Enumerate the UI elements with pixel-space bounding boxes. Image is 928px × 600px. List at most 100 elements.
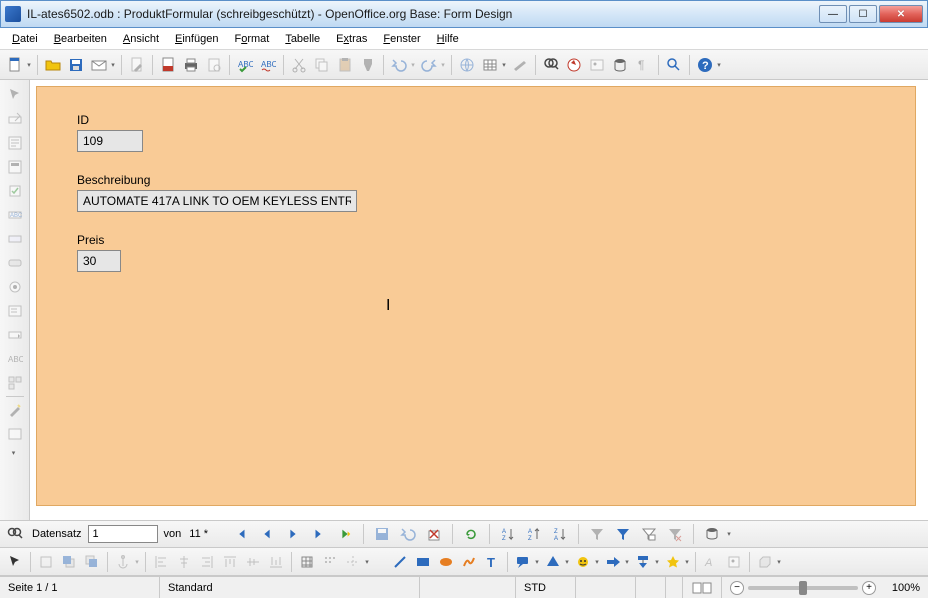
email-dropdown[interactable]: ▾ xyxy=(109,61,117,69)
text-tool[interactable]: T xyxy=(481,551,503,573)
fontwork-button[interactable]: A xyxy=(700,551,722,573)
menu-extras[interactable]: Extras xyxy=(328,31,375,47)
align-bottom-button[interactable] xyxy=(265,551,287,573)
align-top-button[interactable] xyxy=(219,551,241,573)
toolbar-options-dropdown[interactable]: ▾ xyxy=(715,61,723,69)
new-document-button[interactable] xyxy=(4,54,26,76)
cut-button[interactable] xyxy=(288,54,310,76)
guides-button[interactable] xyxy=(342,551,364,573)
design-mode-toggle[interactable] xyxy=(4,108,26,130)
form-canvas[interactable]: ID Beschreibung Preis I xyxy=(30,80,928,520)
textbox-control[interactable]: ABC xyxy=(4,204,26,226)
spellcheck-button[interactable]: ABC xyxy=(234,54,256,76)
refresh-button[interactable] xyxy=(460,523,482,545)
print-button[interactable] xyxy=(180,54,202,76)
pushbutton-control[interactable] xyxy=(4,252,26,274)
autofilter-button[interactable] xyxy=(586,523,608,545)
stars-tool[interactable] xyxy=(662,551,684,573)
combobox-control[interactable] xyxy=(4,324,26,346)
status-style[interactable]: Standard xyxy=(160,577,420,598)
flowchart-dropdown[interactable]: ▾ xyxy=(653,558,661,566)
delete-record-button[interactable] xyxy=(423,523,445,545)
option-button-control[interactable] xyxy=(4,276,26,298)
gallery-button[interactable] xyxy=(586,54,608,76)
print-preview-button[interactable] xyxy=(203,54,225,76)
symbol-shapes-tool[interactable] xyxy=(572,551,594,573)
nonprinting-button[interactable]: ¶ xyxy=(632,54,654,76)
wizards-toggle[interactable] xyxy=(4,399,26,421)
zoom-out-button[interactable]: − xyxy=(730,581,744,595)
flowchart-tool[interactable] xyxy=(632,551,654,573)
snap-grid-button[interactable] xyxy=(319,551,341,573)
form-properties-button[interactable] xyxy=(4,156,26,178)
minimize-button[interactable]: — xyxy=(819,5,847,23)
menu-view[interactable]: Ansicht xyxy=(115,31,167,47)
data-to-table-button[interactable] xyxy=(701,523,723,545)
help-button[interactable]: ? xyxy=(694,54,716,76)
change-anchor-button[interactable] xyxy=(112,551,134,573)
zoom-slider-track[interactable] xyxy=(748,586,858,590)
select-object-button[interactable] xyxy=(4,551,26,573)
form-design-button[interactable] xyxy=(4,423,26,445)
rectangle-tool[interactable] xyxy=(412,551,434,573)
designbar-options-1[interactable]: ▾ xyxy=(363,558,371,566)
align-right-button[interactable] xyxy=(196,551,218,573)
block-arrows-tool[interactable] xyxy=(602,551,624,573)
find-record-button[interactable] xyxy=(4,523,26,545)
display-grid-button[interactable] xyxy=(296,551,318,573)
show-draw-button[interactable] xyxy=(509,54,531,76)
status-lang[interactable] xyxy=(420,577,516,598)
menu-format[interactable]: Format xyxy=(226,31,277,47)
freeform-tool[interactable] xyxy=(458,551,480,573)
previous-record-button[interactable] xyxy=(256,523,278,545)
control-properties-button[interactable] xyxy=(4,132,26,154)
id-field[interactable] xyxy=(77,130,143,152)
table-button[interactable] xyxy=(479,54,501,76)
zoom-percent[interactable]: 100% xyxy=(880,582,920,594)
extrusion-button[interactable] xyxy=(754,551,776,573)
basic-shapes-dropdown[interactable]: ▾ xyxy=(563,558,571,566)
from-file-button[interactable] xyxy=(723,551,745,573)
designbar-options-2[interactable]: ▾ xyxy=(775,558,783,566)
side-toolbar-options[interactable]: ▾ xyxy=(10,447,18,459)
data-sources-button[interactable] xyxy=(609,54,631,76)
menu-insert[interactable]: Einfügen xyxy=(167,31,226,47)
export-pdf-button[interactable] xyxy=(157,54,179,76)
record-number-input[interactable] xyxy=(88,525,158,543)
first-record-button[interactable] xyxy=(230,523,252,545)
block-arrows-dropdown[interactable]: ▾ xyxy=(623,558,631,566)
next-record-button[interactable] xyxy=(282,523,304,545)
format-paintbrush-button[interactable] xyxy=(357,54,379,76)
close-button[interactable]: ✕ xyxy=(879,5,923,23)
view-layout-button[interactable] xyxy=(682,577,722,598)
auto-spellcheck-button[interactable]: ABC xyxy=(257,54,279,76)
callouts-tool[interactable] xyxy=(512,551,534,573)
apply-filter-button[interactable] xyxy=(612,523,634,545)
sort-button[interactable]: AZ xyxy=(497,523,519,545)
undo-record-button[interactable] xyxy=(397,523,419,545)
redo-button[interactable] xyxy=(418,54,440,76)
beschreibung-field[interactable] xyxy=(77,190,357,212)
callouts-dropdown[interactable]: ▾ xyxy=(533,558,541,566)
new-document-dropdown[interactable]: ▾ xyxy=(25,61,33,69)
remove-filter-button[interactable] xyxy=(664,523,686,545)
menu-help[interactable]: Hilfe xyxy=(429,31,467,47)
menu-file[interactable]: Datei xyxy=(4,31,46,47)
find-button[interactable] xyxy=(540,54,562,76)
new-record-button[interactable] xyxy=(334,523,356,545)
maximize-button[interactable]: ☐ xyxy=(849,5,877,23)
status-selection-mode[interactable] xyxy=(576,577,636,598)
bring-front-button[interactable] xyxy=(58,551,80,573)
open-button[interactable] xyxy=(42,54,64,76)
preis-field[interactable] xyxy=(77,250,121,272)
stars-dropdown[interactable]: ▾ xyxy=(683,558,691,566)
copy-button[interactable] xyxy=(311,54,333,76)
undo-button[interactable] xyxy=(388,54,410,76)
menu-edit[interactable]: Bearbeiten xyxy=(46,31,115,47)
checkbox-control[interactable] xyxy=(4,180,26,202)
menu-window[interactable]: Fenster xyxy=(375,31,428,47)
label-control[interactable]: ABC xyxy=(4,348,26,370)
undo-dropdown[interactable]: ▾ xyxy=(409,61,417,69)
send-back-button[interactable] xyxy=(81,551,103,573)
save-record-button[interactable] xyxy=(371,523,393,545)
